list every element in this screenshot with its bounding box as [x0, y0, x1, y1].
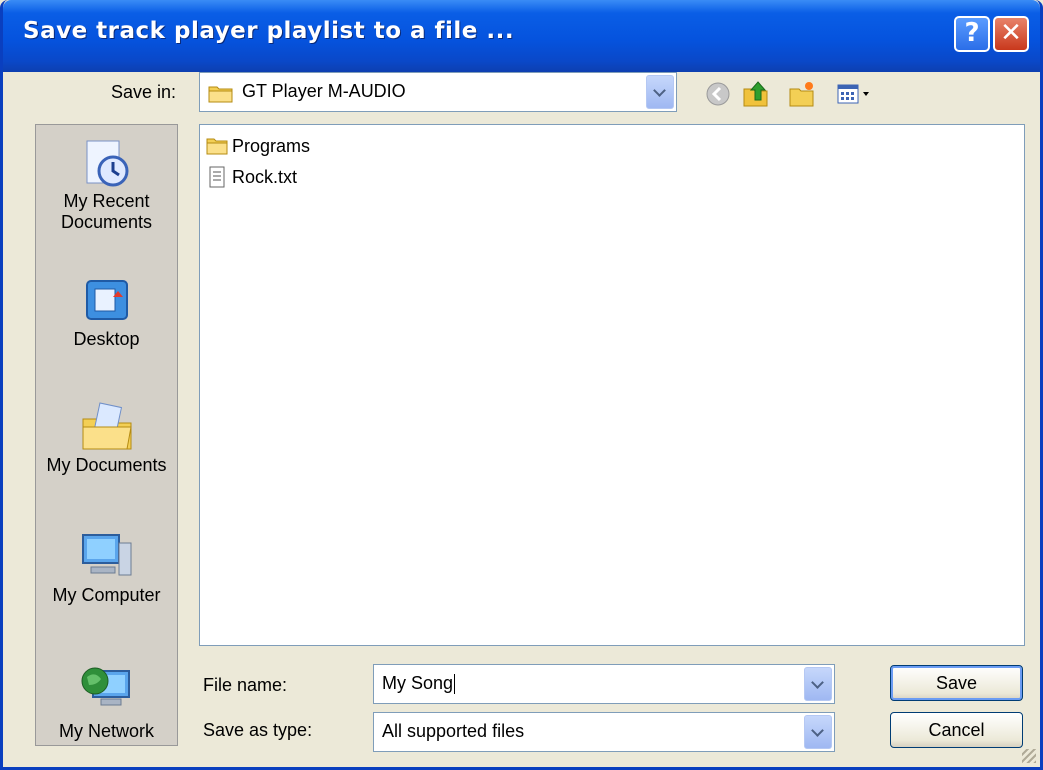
- desktop-icon: [85, 280, 128, 320]
- place-label: My Recent: [63, 191, 150, 211]
- places-bar: My Recent Documents Desktop My Documents: [35, 124, 178, 746]
- cancel-button[interactable]: Cancel: [890, 712, 1023, 748]
- place-label: My Network: [58, 721, 154, 741]
- chevron-down-icon[interactable]: [646, 75, 674, 109]
- recent-documents-icon: [86, 140, 128, 187]
- help-button[interactable]: ?: [954, 16, 990, 52]
- text-caret: [454, 674, 456, 695]
- place-label: Desktop: [73, 329, 140, 349]
- file-name: Programs: [232, 135, 311, 156]
- file-name-input[interactable]: My Song: [373, 664, 835, 704]
- place-my-recent-documents[interactable]: My Recent Documents: [36, 135, 177, 233]
- save-in-label: Save in:: [111, 82, 177, 102]
- place-label: Documents: [60, 212, 153, 232]
- list-item[interactable]: Programs: [206, 135, 310, 157]
- file-name-value: My Song: [382, 673, 454, 693]
- title-bar[interactable]: Save track player playlist to a file ...…: [3, 0, 1040, 72]
- computer-icon: [81, 534, 131, 576]
- place-my-documents[interactable]: My Documents: [36, 399, 177, 476]
- save-dialog: Save track player playlist to a file ...…: [0, 0, 1043, 770]
- folder-icon: [208, 86, 233, 103]
- new-folder-icon[interactable]: [787, 79, 817, 109]
- file-list[interactable]: Programs Rock.txt: [199, 124, 1025, 646]
- save-as-type-value: All supported files: [382, 721, 525, 741]
- resize-grip[interactable]: [1022, 749, 1036, 763]
- views-menu-icon[interactable]: [835, 79, 875, 109]
- save-as-type-label: Save as type:: [203, 720, 313, 740]
- list-item[interactable]: Rock.txt: [206, 166, 297, 188]
- file-name-value-wrap: My Song: [382, 673, 456, 695]
- back-icon[interactable]: [703, 79, 733, 109]
- chevron-down-icon[interactable]: [804, 715, 832, 749]
- up-folder-icon[interactable]: [741, 79, 771, 109]
- network-icon: [81, 667, 130, 706]
- folder-icon: [206, 138, 228, 155]
- my-documents-icon: [82, 402, 132, 450]
- dialog-title: Save track player playlist to a file ...: [23, 18, 515, 44]
- file-name: Rock.txt: [232, 166, 298, 187]
- place-label: My Documents: [46, 455, 167, 475]
- chevron-down-icon[interactable]: [804, 667, 832, 701]
- save-in-value: GT Player M-AUDIO: [242, 81, 406, 101]
- close-button[interactable]: ✕: [993, 16, 1029, 52]
- place-my-network[interactable]: My Network: [36, 657, 177, 742]
- place-desktop[interactable]: Desktop: [36, 273, 177, 350]
- file-name-label: File name:: [203, 675, 288, 695]
- place-my-computer[interactable]: My Computer: [36, 529, 177, 606]
- place-label: My Computer: [52, 585, 161, 605]
- save-in-dropdown[interactable]: GT Player M-AUDIO: [199, 72, 677, 112]
- text-file-icon: [209, 166, 225, 188]
- save-as-type-dropdown[interactable]: All supported files: [373, 712, 835, 752]
- save-button[interactable]: Save: [890, 665, 1023, 701]
